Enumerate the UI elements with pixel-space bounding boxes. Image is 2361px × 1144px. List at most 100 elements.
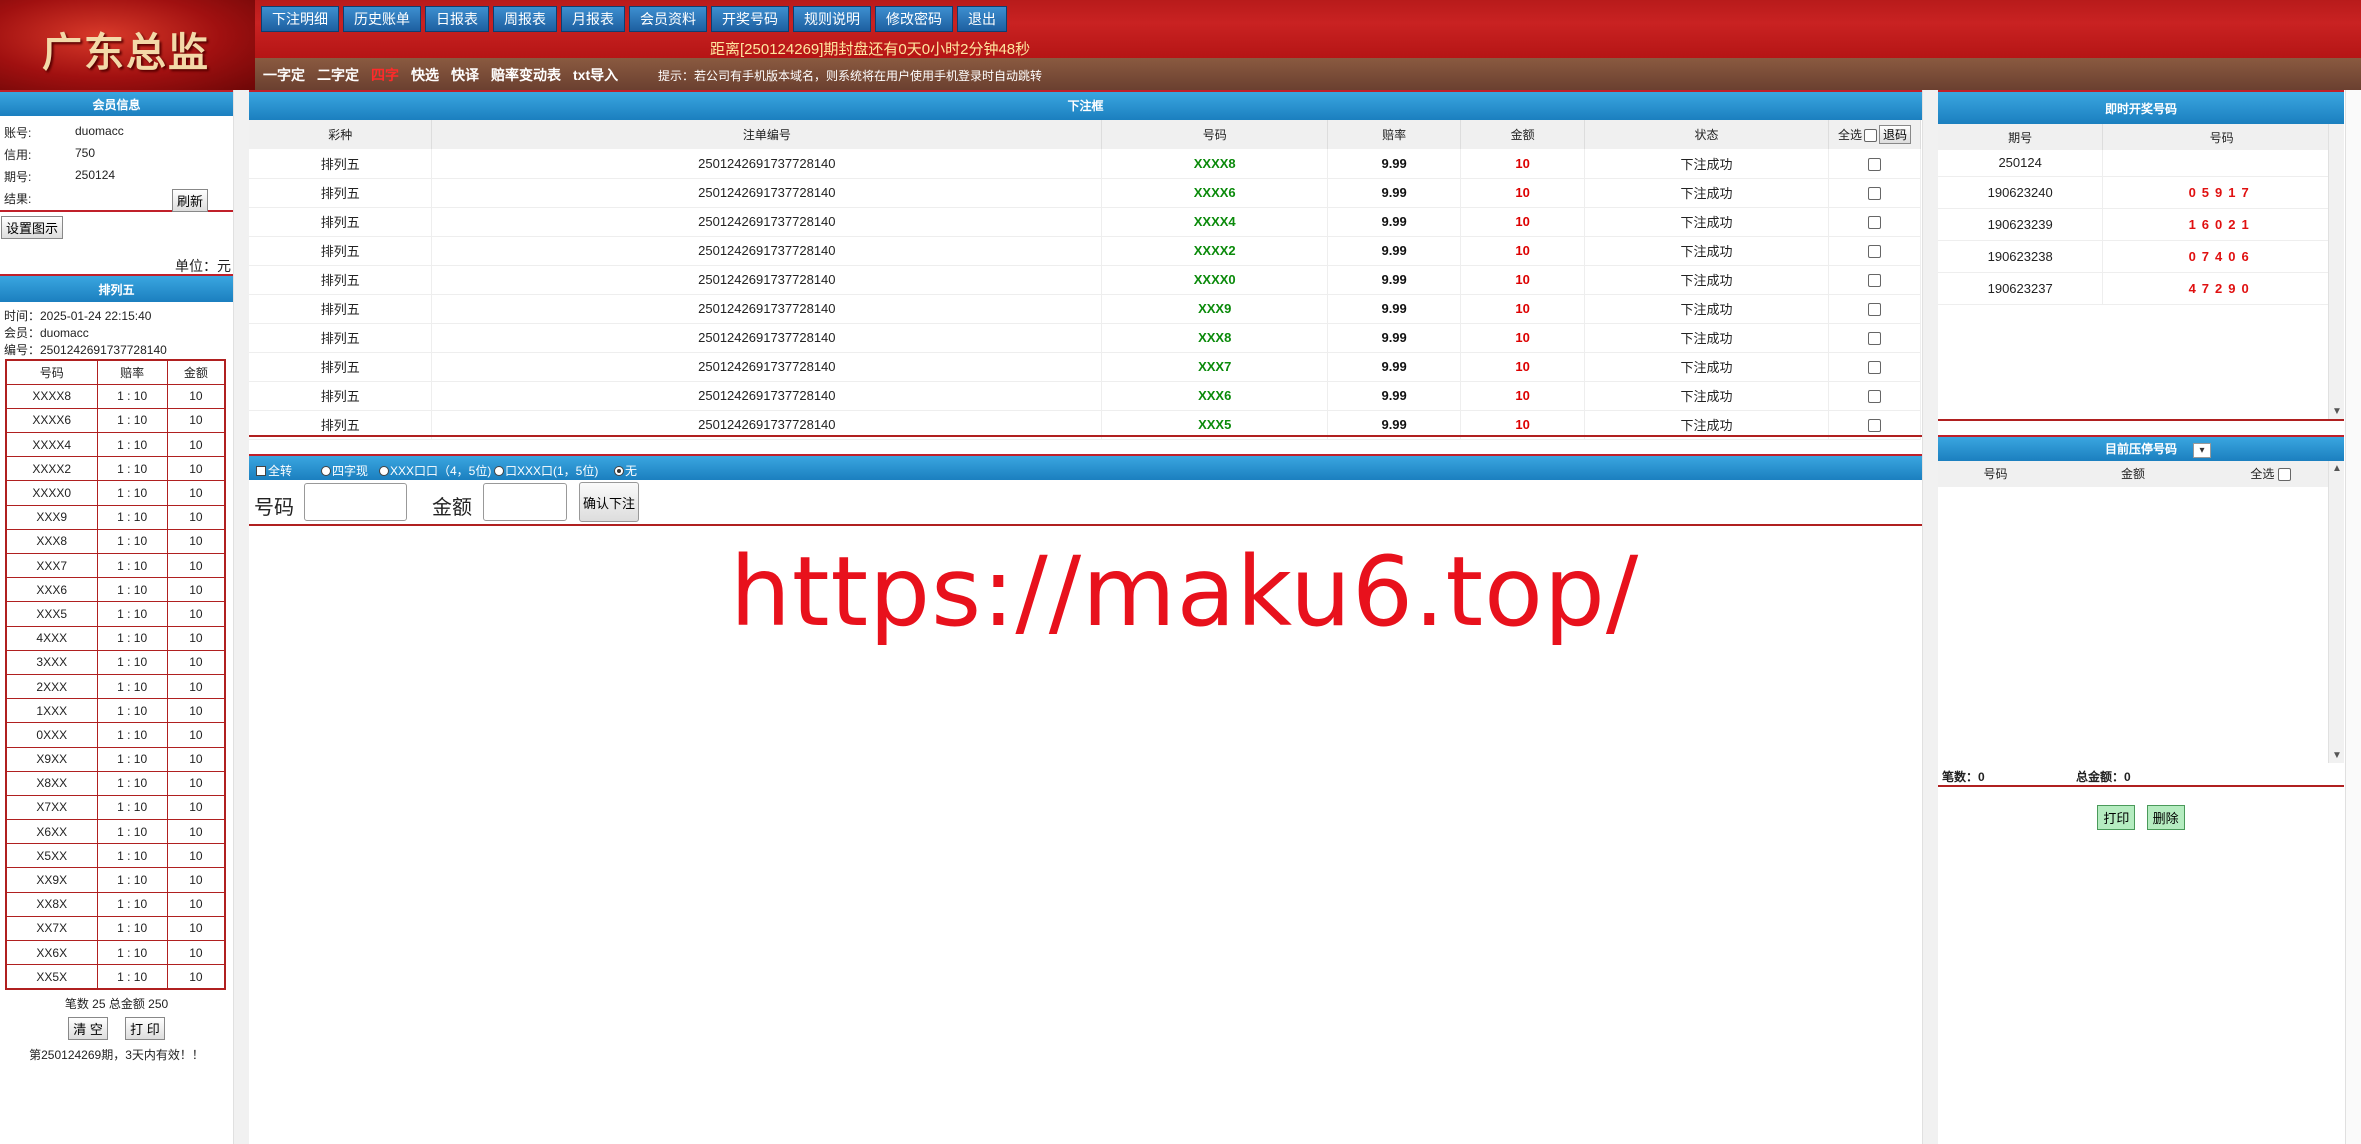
orders-header-2: 号码 xyxy=(1101,120,1329,149)
transfer-all-checkbox[interactable]: 全转 xyxy=(256,462,292,479)
limit-print-button[interactable]: 打印 xyxy=(2097,805,2136,830)
amount-input[interactable] xyxy=(483,483,567,521)
number-input[interactable] xyxy=(304,483,407,521)
option-4digit-radio[interactable] xyxy=(321,466,331,476)
order-select-cell xyxy=(1828,381,1922,411)
left-scrollbar[interactable] xyxy=(233,90,249,1144)
orders-header-3: 赔率 xyxy=(1327,120,1462,149)
order-id: 2501242691737728140 xyxy=(431,381,1103,411)
order-amount: 10 xyxy=(1460,294,1586,324)
order-amount: 10 xyxy=(1460,236,1586,266)
ticket-amount: 10 xyxy=(166,915,226,942)
right-panel: 即时开奖号码 期号 号码 250124 190623240 05917 190623… xyxy=(1938,90,2344,1144)
nav-item-1[interactable]: 历史账单 xyxy=(343,6,421,32)
nav-item-3[interactable]: 周报表 xyxy=(493,6,557,32)
ticket-odds: 1 : 10 xyxy=(96,649,168,675)
draw-scrollbar[interactable]: ▼ xyxy=(2328,124,2344,419)
order-game: 排列五 xyxy=(249,207,433,237)
order-odds: 9.99 xyxy=(1327,265,1462,295)
order-checkbox[interactable] xyxy=(1867,361,1881,375)
subnav-item-3[interactable]: 快选 xyxy=(411,65,439,85)
clear-button[interactable]: 清 空 xyxy=(68,1016,108,1040)
bet-options-bar: 全转 四字现 XXX口口（4，5位) 口XXX口(1，5位) 无 xyxy=(249,454,1922,480)
orders-selectall-checkbox[interactable] xyxy=(1863,129,1877,143)
order-odds: 9.99 xyxy=(1327,352,1462,382)
limit-dropdown[interactable]: ▾ xyxy=(2193,443,2211,458)
order-checkbox[interactable] xyxy=(1867,274,1881,288)
number-label: 号码 xyxy=(254,497,294,519)
nav-item-7[interactable]: 规则说明 xyxy=(793,6,871,32)
subnav-item-1[interactable]: 二字定 xyxy=(317,65,359,85)
option-xxx-45-radio[interactable] xyxy=(379,466,389,476)
order-status: 下注成功 xyxy=(1584,178,1829,208)
order-odds: 9.99 xyxy=(1327,149,1462,179)
tip-text: 提示：若公司有手机版本域名，则系统将在用户使用手机登录时自动跳转 xyxy=(658,69,1043,83)
ticket-number: XX7X xyxy=(5,915,98,942)
option-none-radio[interactable] xyxy=(614,466,624,476)
order-odds: 9.99 xyxy=(1327,207,1462,237)
nav-item-5[interactable]: 会员资料 xyxy=(629,6,707,32)
table-row: 排列五 2501242691737728140 XXX6 9.99 10 下注成功 xyxy=(249,381,1922,411)
table-row: XX7X 1 : 10 10 xyxy=(5,915,226,942)
order-status: 下注成功 xyxy=(1584,352,1829,382)
order-number: XXX8 xyxy=(1101,323,1329,353)
middle-scrollbar[interactable] xyxy=(1922,90,1938,1144)
refresh-button[interactable]: 刷新 xyxy=(172,189,209,212)
order-checkbox[interactable] xyxy=(1867,187,1881,201)
limit-selectall-checkbox[interactable] xyxy=(2277,468,2291,482)
table-row: XXX5 1 : 10 10 xyxy=(5,601,226,627)
order-checkbox[interactable] xyxy=(1867,157,1881,171)
limit-delete-button[interactable]: 删除 xyxy=(2146,805,2185,830)
subnav-item-5[interactable]: 赔率变动表 xyxy=(491,65,561,85)
option-xxx-15[interactable]: 口XXX口(1，5位) xyxy=(494,462,598,479)
ticket-header-2: 金额 xyxy=(166,359,226,385)
subnav-item-0[interactable]: 一字定 xyxy=(263,65,305,85)
order-number: XXX7 xyxy=(1101,352,1329,382)
logo: 广东总监 xyxy=(0,0,255,90)
period-row: 期号: 250124 xyxy=(0,164,233,186)
subnav-item-6[interactable]: txt导入 xyxy=(573,65,618,85)
option-xxx-45[interactable]: XXX口口（4，5位) xyxy=(379,462,491,479)
settings-button[interactable]: 设置图示 xyxy=(1,216,64,239)
limit-count: 0 xyxy=(1978,770,1985,784)
order-checkbox[interactable] xyxy=(1867,303,1881,317)
ticket-odds: 1 : 10 xyxy=(96,843,168,869)
nav-item-4[interactable]: 月报表 xyxy=(561,6,625,32)
order-select-cell xyxy=(1828,149,1922,179)
order-checkbox[interactable] xyxy=(1867,332,1881,346)
nav-item-8[interactable]: 修改密码 xyxy=(875,6,953,32)
print-ticket-button[interactable]: 打 印 xyxy=(125,1016,165,1040)
nav-item-9[interactable]: 退出 xyxy=(957,6,1007,32)
order-checkbox[interactable] xyxy=(1867,216,1881,230)
limit-selectall[interactable]: 全选 xyxy=(2213,461,2328,487)
nav-item-2[interactable]: 日报表 xyxy=(425,6,489,32)
limit-scrollbar[interactable]: ▲ ▼ xyxy=(2328,461,2344,763)
option-xxx-15-radio[interactable] xyxy=(494,466,504,476)
order-checkbox[interactable] xyxy=(1867,390,1881,404)
order-amount: 10 xyxy=(1460,207,1586,237)
main-nav: 下注明细 历史账单 日报表 周报表 月报表 会员资料 开奖号码 规则说明 修改密码 退出 xyxy=(261,6,1007,34)
order-select-cell xyxy=(1828,294,1922,324)
ticket-amount: 10 xyxy=(166,891,226,917)
right-scrollbar[interactable] xyxy=(2345,90,2361,1144)
order-id: 2501242691737728140 xyxy=(431,178,1103,208)
draw-number: 07406 xyxy=(2102,240,2341,273)
nav-item-0[interactable]: 下注明细 xyxy=(261,6,339,32)
order-checkbox[interactable] xyxy=(1867,419,1881,433)
option-none[interactable]: 无 xyxy=(614,462,637,479)
draw-period: 190623238 xyxy=(1938,240,2104,273)
table-row: XXX9 1 : 10 10 xyxy=(5,504,226,530)
refund-button[interactable]: 退码 xyxy=(1878,125,1911,144)
subnav-item-4[interactable]: 快译 xyxy=(451,65,479,85)
ticket-odds: 1 : 10 xyxy=(96,432,168,458)
subnav-item-2[interactable]: 四字 xyxy=(371,65,399,85)
ticket-amount: 10 xyxy=(166,649,226,675)
confirm-bet-button[interactable]: 确认下注 xyxy=(579,482,639,522)
orders-selectall-label: 全选 xyxy=(1837,128,1862,142)
nav-item-6[interactable]: 开奖号码 xyxy=(711,6,789,32)
ticket-time: 时间：2025-01-24 22:15:40 xyxy=(4,309,152,323)
ticket-number: XXXX4 xyxy=(5,432,98,458)
order-checkbox[interactable] xyxy=(1867,245,1881,259)
option-4digit[interactable]: 四字现 xyxy=(321,462,368,479)
orders-header-0: 彩种 xyxy=(249,120,433,149)
